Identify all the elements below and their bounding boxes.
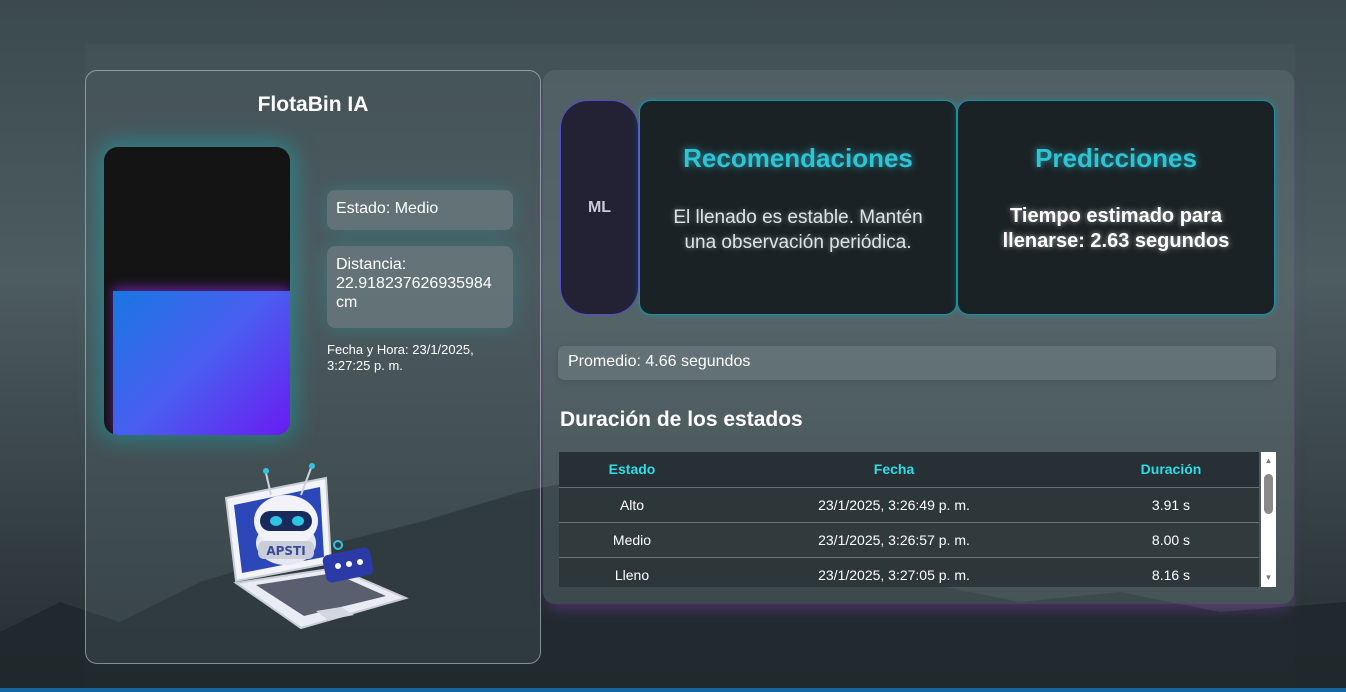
bin-level-indicator <box>104 147 290 435</box>
table-scrollbar[interactable]: ▲ ▼ <box>1261 452 1276 587</box>
bin-status-panel: FlotaBin IA Estado: Medio Distancia: 22.… <box>85 70 541 664</box>
scroll-down-arrow-icon[interactable]: ▼ <box>1261 571 1276 585</box>
header-duracion: Duración <box>1140 461 1202 478</box>
recommendations-text: El llenado es estable. Mantén una observ… <box>673 207 923 253</box>
table-row: Medio 23/1/2025, 3:26:57 p. m. 8.00 s <box>559 521 1259 557</box>
table-header-row: Estado Fecha Duración <box>559 452 1259 487</box>
bottom-accent-bar <box>0 688 1346 692</box>
average-time: Promedio: 4.66 segundos <box>558 346 1276 380</box>
predictions-card: Predicciones Tiempo estimado para llenar… <box>957 100 1275 315</box>
bin-fill <box>113 291 290 435</box>
status-estado: Estado: Medio <box>327 190 513 230</box>
status-datetime: Fecha y Hora: 23/1/2025, 3:27:25 p. m. <box>327 342 474 373</box>
table-row: Lleno 23/1/2025, 3:27:05 p. m. 8.16 s <box>559 556 1259 587</box>
robot-laptop-illustration: APSTI <box>224 463 409 630</box>
table-row: Alto 23/1/2025, 3:26:49 p. m. 3.91 s <box>559 486 1259 522</box>
cell-fecha: 23/1/2025, 3:27:05 p. m. <box>705 556 1083 587</box>
durations-table-container[interactable]: Estado Fecha Duración Alto 23/1/2025, 3:… <box>559 452 1276 587</box>
cell-estado: Lleno <box>559 556 705 587</box>
recommendations-title: Recomendaciones <box>683 143 913 173</box>
durations-table: Estado Fecha Duración Alto 23/1/2025, 3:… <box>559 452 1259 587</box>
scroll-thumb[interactable] <box>1264 474 1273 514</box>
ml-dashboard-panel: ML Recomendaciones El llenado es estable… <box>543 70 1294 604</box>
cell-duracion: 8.16 s <box>1083 556 1259 587</box>
durations-title: Duración de los estados <box>560 408 803 431</box>
cell-duracion: 3.91 s <box>1083 486 1259 522</box>
recommendations-card: Recomendaciones El llenado es estable. M… <box>639 100 957 315</box>
status-distancia: Distancia: 22.918237626935984 cm <box>327 246 513 328</box>
illustration-label: APSTI <box>266 544 305 558</box>
cell-fecha: 23/1/2025, 3:26:57 p. m. <box>705 521 1083 557</box>
scroll-up-arrow-icon[interactable]: ▲ <box>1261 454 1276 468</box>
ml-card[interactable]: ML <box>560 100 639 315</box>
app-title: FlotaBin IA <box>257 93 369 116</box>
cell-estado: Medio <box>559 521 705 557</box>
cell-fecha: 23/1/2025, 3:26:49 p. m. <box>705 486 1083 522</box>
predictions-title: Predicciones <box>1035 143 1197 173</box>
header-estado: Estado <box>608 461 656 478</box>
cell-estado: Alto <box>559 486 705 522</box>
predictions-text: Tiempo estimado para llenarse: 2.63 segu… <box>1002 205 1230 252</box>
header-fecha: Fecha <box>873 461 915 478</box>
cell-duracion: 8.00 s <box>1083 521 1259 557</box>
